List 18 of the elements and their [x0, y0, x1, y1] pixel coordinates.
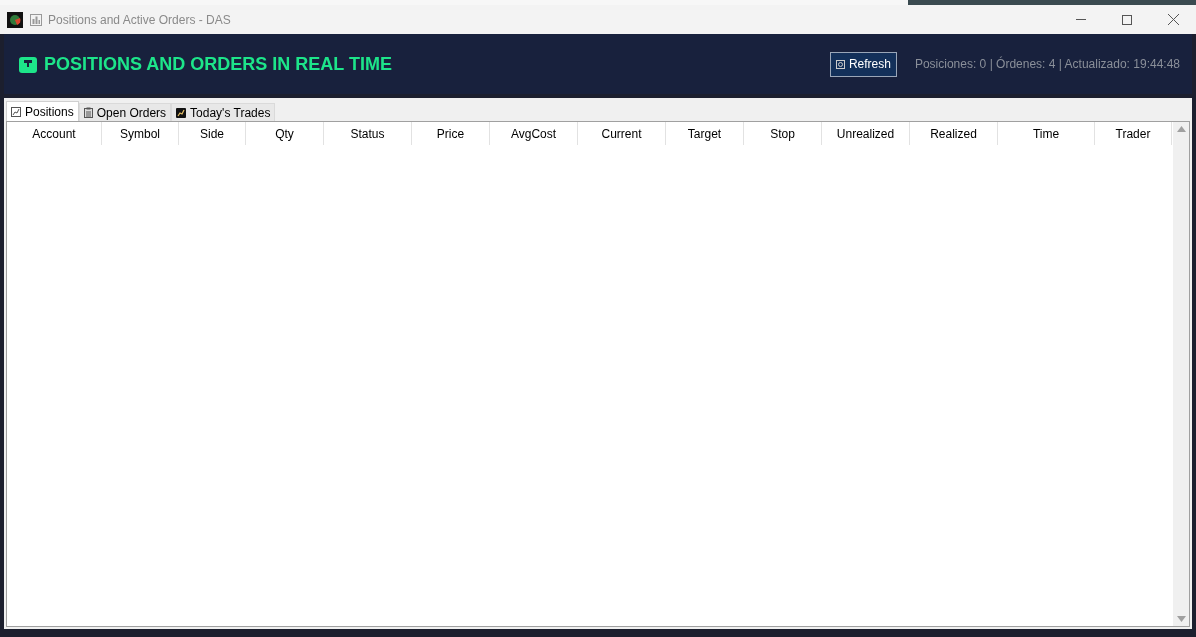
- chart-icon: [11, 106, 21, 117]
- scrollbar[interactable]: [1173, 122, 1189, 626]
- trend-icon: [176, 107, 187, 118]
- maximize-icon: [1122, 14, 1132, 25]
- tab[interactable]: Positions: [6, 101, 79, 121]
- minimize-icon: [1076, 19, 1086, 20]
- refresh-button[interactable]: Refresh: [829, 51, 897, 77]
- window-title: Positions and Active Orders - DAS: [48, 11, 231, 29]
- scroll-down-icon: [1176, 616, 1186, 622]
- scroll-up-icon: [1176, 126, 1186, 132]
- clipboard-icon: [83, 107, 93, 118]
- close-icon: [1167, 14, 1179, 25]
- tab[interactable]: Today's Trades: [171, 103, 276, 121]
- status-text: Posiciones: 0 | Órdenes: 4 | Actualizado: 19:44:48: [914, 55, 1180, 73]
- header-title: POSITIONS AND ORDERS IN REAL TIME: [44, 52, 393, 76]
- bar-chart-icon: [30, 13, 42, 26]
- app-logo-icon: [7, 11, 23, 28]
- tab[interactable]: Open Orders: [78, 103, 172, 121]
